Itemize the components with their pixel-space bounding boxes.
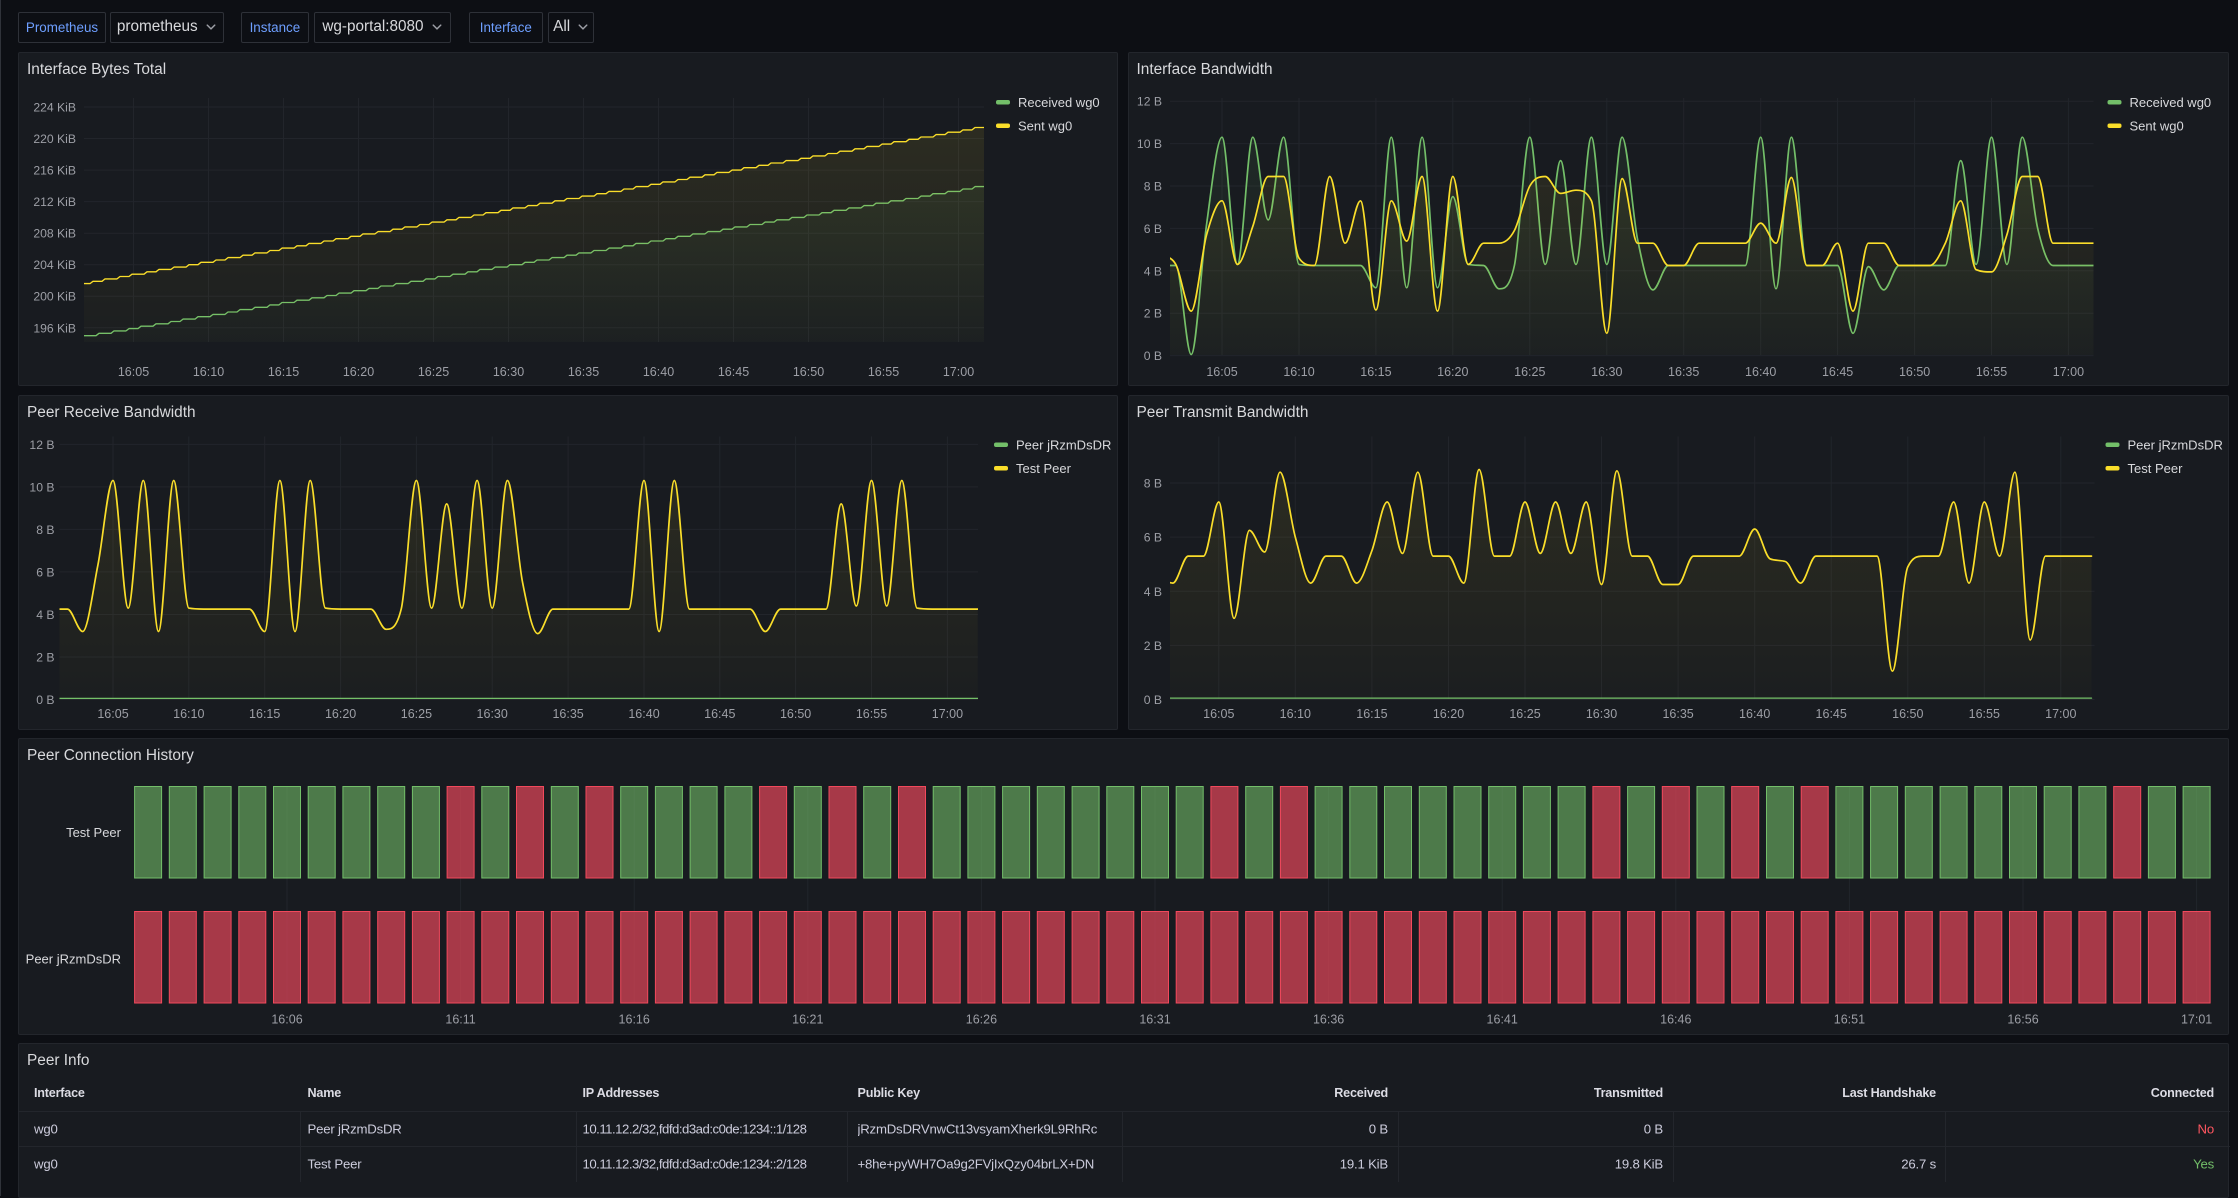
svg-text:0 B: 0 B	[1143, 693, 1161, 707]
svg-text:16:30: 16:30	[1591, 365, 1622, 379]
svg-text:Sent wg0: Sent wg0	[1018, 119, 1072, 134]
svg-text:17:00: 17:00	[932, 707, 963, 721]
svg-text:Sent wg0: Sent wg0	[2129, 119, 2183, 134]
svg-text:16:55: 16:55	[1968, 707, 1999, 721]
svg-text:16:55: 16:55	[868, 365, 899, 379]
svg-text:16:36: 16:36	[1313, 1012, 1344, 1026]
svg-text:16:25: 16:25	[1514, 365, 1545, 379]
svg-text:Peer jRzmDsDR: Peer jRzmDsDR	[26, 951, 121, 966]
svg-text:16:15: 16:15	[1360, 365, 1391, 379]
svg-text:2 B: 2 B	[1143, 307, 1161, 321]
svg-text:16:55: 16:55	[1975, 365, 2006, 379]
svg-text:16:40: 16:40	[1745, 365, 1776, 379]
svg-text:16:45: 16:45	[704, 707, 735, 721]
svg-text:16:50: 16:50	[1898, 365, 1929, 379]
svg-text:Test Peer: Test Peer	[1016, 461, 1072, 476]
svg-text:16:05: 16:05	[97, 707, 128, 721]
svg-text:16:11: 16:11	[445, 1012, 475, 1026]
svg-text:Received wg0: Received wg0	[2129, 95, 2211, 110]
svg-text:Peer jRzmDsDR: Peer jRzmDsDR	[1016, 437, 1111, 452]
svg-text:17:00: 17:00	[943, 365, 974, 379]
svg-text:16:26: 16:26	[966, 1012, 997, 1026]
svg-text:16:45: 16:45	[1815, 707, 1846, 721]
svg-text:16:35: 16:35	[1668, 365, 1699, 379]
svg-text:16:31: 16:31	[1139, 1012, 1170, 1026]
svg-text:16:15: 16:15	[1356, 707, 1387, 721]
svg-text:16:20: 16:20	[325, 707, 356, 721]
svg-text:16:20: 16:20	[343, 365, 374, 379]
svg-text:220 KiB: 220 KiB	[33, 132, 76, 146]
svg-text:16:20: 16:20	[1437, 365, 1468, 379]
svg-text:16:10: 16:10	[1283, 365, 1314, 379]
svg-text:17:01: 17:01	[2181, 1012, 2212, 1026]
svg-text:0 B: 0 B	[36, 693, 54, 707]
svg-text:200 KiB: 200 KiB	[33, 290, 76, 304]
svg-text:16:16: 16:16	[619, 1012, 650, 1026]
svg-text:208 KiB: 208 KiB	[33, 227, 76, 241]
svg-text:16:10: 16:10	[193, 365, 224, 379]
svg-text:196 KiB: 196 KiB	[33, 321, 76, 335]
svg-text:16:51: 16:51	[1834, 1012, 1865, 1026]
svg-text:16:25: 16:25	[1509, 707, 1540, 721]
svg-text:16:21: 16:21	[792, 1012, 823, 1026]
svg-text:16:25: 16:25	[418, 365, 449, 379]
svg-text:16:05: 16:05	[118, 365, 149, 379]
svg-text:10 B: 10 B	[29, 480, 54, 494]
svg-text:16:05: 16:05	[1203, 707, 1234, 721]
svg-text:4 B: 4 B	[1143, 584, 1161, 598]
svg-text:16:10: 16:10	[1279, 707, 1310, 721]
svg-text:16:35: 16:35	[552, 707, 583, 721]
svg-text:17:00: 17:00	[2045, 707, 2076, 721]
svg-text:6 B: 6 B	[1143, 222, 1161, 236]
svg-text:Peer jRzmDsDR: Peer jRzmDsDR	[2127, 437, 2222, 452]
svg-text:16:40: 16:40	[643, 365, 674, 379]
svg-text:8 B: 8 B	[1143, 476, 1161, 490]
svg-text:17:00: 17:00	[2052, 365, 2083, 379]
svg-text:16:10: 16:10	[173, 707, 204, 721]
svg-text:16:45: 16:45	[1821, 365, 1852, 379]
svg-text:16:55: 16:55	[856, 707, 887, 721]
svg-text:16:41: 16:41	[1487, 1012, 1518, 1026]
svg-text:216 KiB: 216 KiB	[33, 164, 76, 178]
svg-text:224 KiB: 224 KiB	[33, 101, 76, 115]
svg-text:212 KiB: 212 KiB	[33, 195, 76, 209]
svg-text:12 B: 12 B	[29, 437, 54, 451]
svg-text:4 B: 4 B	[1143, 264, 1161, 278]
svg-text:4 B: 4 B	[36, 608, 54, 622]
svg-text:8 B: 8 B	[36, 522, 54, 536]
svg-text:8 B: 8 B	[1143, 180, 1161, 194]
svg-text:16:05: 16:05	[1206, 365, 1237, 379]
svg-text:16:25: 16:25	[401, 707, 432, 721]
svg-text:Received wg0: Received wg0	[1018, 95, 1100, 110]
svg-text:16:50: 16:50	[793, 365, 824, 379]
svg-text:16:30: 16:30	[493, 365, 524, 379]
svg-text:16:40: 16:40	[628, 707, 659, 721]
svg-text:16:56: 16:56	[2007, 1012, 2038, 1026]
svg-text:6 B: 6 B	[36, 565, 54, 579]
svg-text:16:15: 16:15	[268, 365, 299, 379]
svg-text:16:50: 16:50	[780, 707, 811, 721]
svg-text:0 B: 0 B	[1143, 349, 1161, 363]
svg-text:16:40: 16:40	[1739, 707, 1770, 721]
svg-text:16:35: 16:35	[568, 365, 599, 379]
svg-text:12 B: 12 B	[1136, 95, 1161, 109]
svg-text:16:15: 16:15	[249, 707, 280, 721]
svg-text:16:50: 16:50	[1892, 707, 1923, 721]
svg-text:204 KiB: 204 KiB	[33, 258, 76, 272]
svg-text:Test Peer: Test Peer	[2127, 461, 2183, 476]
svg-text:16:06: 16:06	[271, 1012, 302, 1026]
svg-text:16:35: 16:35	[1662, 707, 1693, 721]
svg-text:2 B: 2 B	[1143, 638, 1161, 652]
svg-text:2 B: 2 B	[36, 650, 54, 664]
svg-text:Test Peer: Test Peer	[66, 825, 122, 840]
svg-text:10 B: 10 B	[1136, 137, 1161, 151]
svg-text:16:30: 16:30	[477, 707, 508, 721]
svg-text:6 B: 6 B	[1143, 530, 1161, 544]
svg-text:16:20: 16:20	[1432, 707, 1463, 721]
svg-text:16:45: 16:45	[718, 365, 749, 379]
svg-text:16:30: 16:30	[1585, 707, 1616, 721]
svg-text:16:46: 16:46	[1660, 1012, 1691, 1026]
